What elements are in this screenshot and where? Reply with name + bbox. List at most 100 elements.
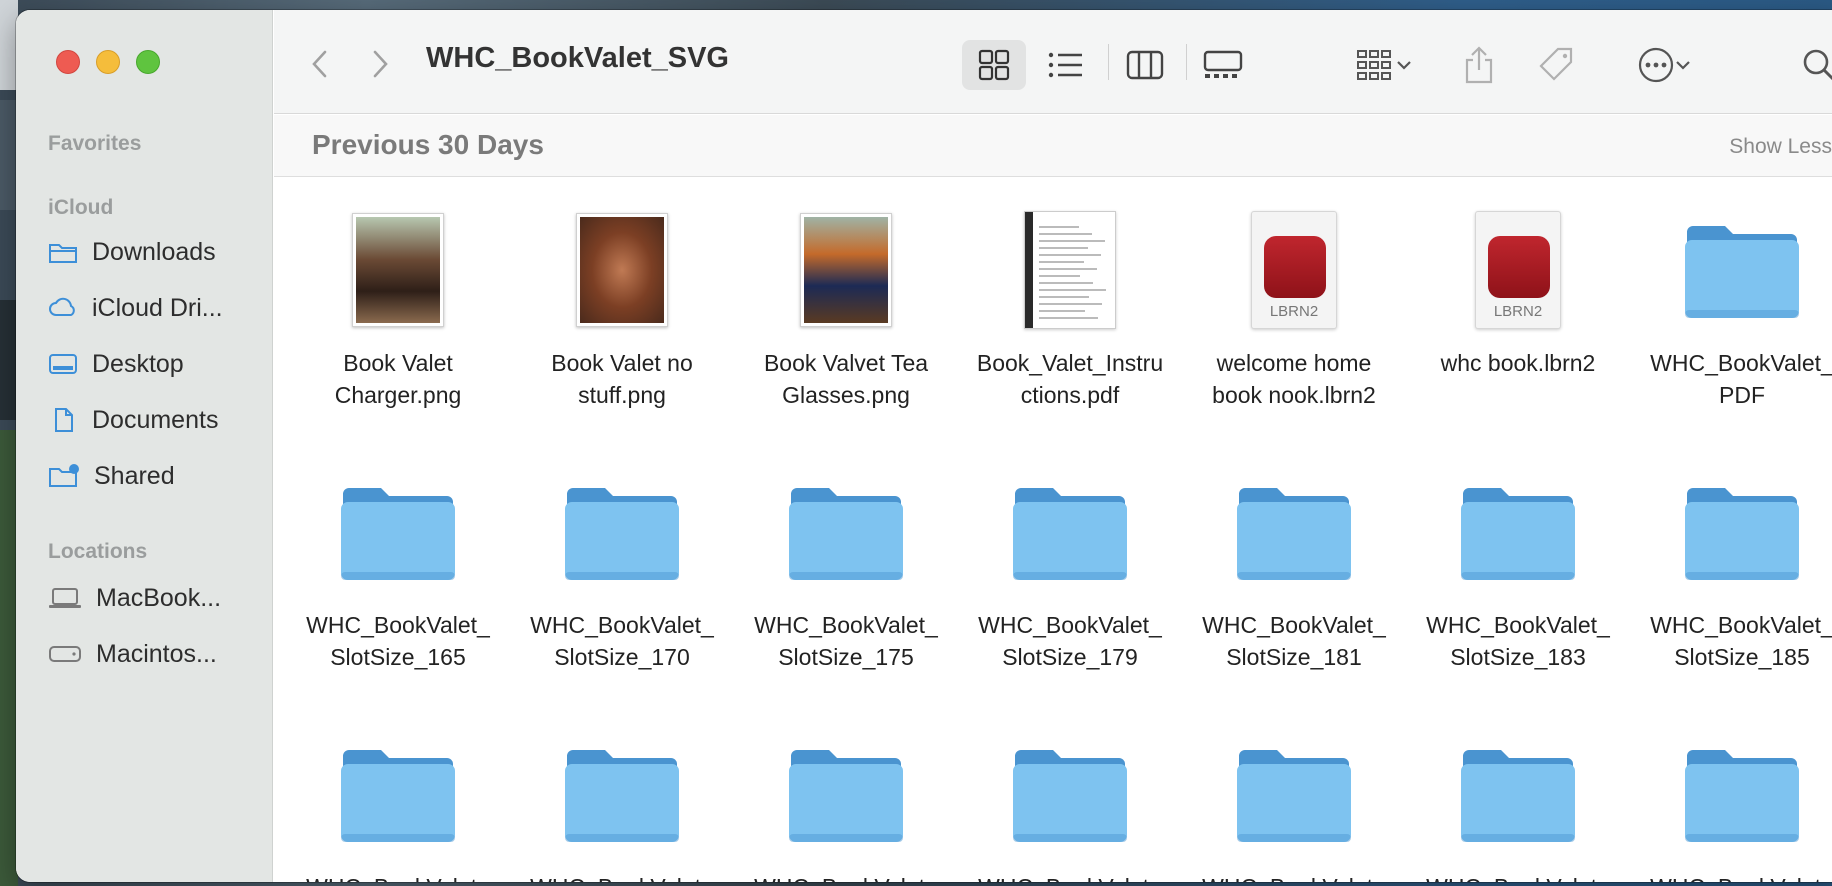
sidebar: Favorites iCloud Downloads iCloud Dri...…: [16, 10, 273, 882]
file-name: Book Valet Charger.png: [334, 350, 462, 408]
folder-item[interactable]: WHC_BookValet_ SlotSize_179: [964, 467, 1176, 673]
close-window-button[interactable]: [56, 50, 80, 74]
forward-button[interactable]: [360, 44, 400, 84]
share-button[interactable]: [1454, 40, 1504, 90]
share-icon: [1465, 46, 1493, 84]
show-less-link[interactable]: Show Less: [1729, 135, 1832, 159]
file-name: welcome home book nook.lbrn2: [1212, 350, 1376, 408]
file-browser: Previous 30 Days Show Less Book Valet Ch…: [274, 115, 1832, 882]
disk-icon: [49, 646, 81, 662]
group-header: Previous 30 Days Show Less: [274, 115, 1832, 177]
minimize-window-button[interactable]: [96, 50, 120, 74]
sidebar-item-label: iCloud Dri...: [92, 293, 223, 322]
dragon-logo-icon: [1488, 236, 1550, 298]
file-type-badge: LBRN2: [1493, 303, 1543, 320]
file-name: WHC_BookValet_ SlotSize_185: [1650, 612, 1832, 670]
folder-item[interactable]: WHC_BookValet_ SlotSize_181: [1188, 467, 1400, 673]
sidebar-item-documents[interactable]: Documents: [48, 400, 263, 440]
folder-icon: [1013, 750, 1127, 842]
folder-icon: [1237, 488, 1351, 580]
sidebar-item-label: Desktop: [92, 349, 184, 378]
file-name: WHC_BookValet_ SlotSize_183: [1426, 612, 1610, 670]
search-button[interactable]: [1794, 40, 1832, 90]
folder-item[interactable]: WHC_BookValet_ SlotSize_170: [516, 467, 728, 673]
chevron-down-icon: [1397, 61, 1411, 70]
folder-icon: [1461, 750, 1575, 842]
column-view-button[interactable]: [1114, 40, 1176, 90]
folder-icon: [789, 488, 903, 580]
folder-item[interactable]: WHC_BookValet_: [1412, 729, 1624, 882]
file-name: WHC_BookValet_: [1636, 871, 1832, 882]
sidebar-item-macbook[interactable]: MacBook...: [48, 578, 263, 618]
lightburn-file-icon: LBRN2: [1475, 211, 1561, 329]
file-item[interactable]: LBRN2 whc book.lbrn2: [1412, 205, 1624, 379]
chevron-left-icon: [312, 50, 327, 78]
folder-item[interactable]: WHC_BookValet_: [292, 729, 504, 882]
folder-icon: [1013, 488, 1127, 580]
window-title: WHC_BookValet_SVG: [426, 42, 729, 74]
file-item[interactable]: Book Valet no stuff.png: [516, 205, 728, 411]
file-name: whc book.lbrn2: [1440, 350, 1596, 376]
folder-item[interactable]: WHC_BookValet_ SlotSize_165: [292, 467, 504, 673]
favorites-section-label: Favorites: [48, 132, 142, 155]
file-name: WHC_BookValet_ SlotSize_175: [754, 612, 938, 670]
chevron-right-icon: [373, 50, 388, 78]
list-view-button[interactable]: [1036, 40, 1096, 90]
group-icon: [1357, 50, 1391, 80]
folder-item[interactable]: WHC_BookValet_: [1636, 729, 1832, 882]
file-grid: Book Valet Charger.png Book Valet no stuf…: [274, 177, 1832, 882]
folder-item[interactable]: WHC_BookValet_: [1188, 729, 1400, 882]
lightburn-file-icon: LBRN2: [1251, 211, 1337, 329]
file-item[interactable]: LBRN2 welcome home book nook.lbrn2: [1188, 205, 1400, 411]
file-name: Book_Valet_Instru ctions.pdf: [976, 350, 1164, 408]
file-name: WHC_BookValet_: [1188, 871, 1400, 882]
folder-icon: [1461, 488, 1575, 580]
folder-item[interactable]: WHC_BookValet_ PDF: [1636, 205, 1832, 411]
file-name: WHC_BookValet_: [516, 871, 728, 882]
icon-view-button[interactable]: [962, 40, 1026, 90]
more-actions-button[interactable]: [1624, 40, 1704, 90]
gallery-view-icon: [1203, 50, 1243, 78]
sidebar-item-label: Documents: [92, 405, 219, 434]
sidebar-item-shared[interactable]: Shared: [48, 456, 263, 496]
folder-item[interactable]: WHC_BookValet_ SlotSize_175: [740, 467, 952, 673]
back-button[interactable]: [300, 44, 340, 84]
folder-item[interactable]: WHC_BookValet_: [740, 729, 952, 882]
sidebar-item-icloud-drive[interactable]: iCloud Dri...: [48, 288, 263, 328]
folder-icon: [565, 750, 679, 842]
sidebar-item-macintosh-hd[interactable]: Macintos...: [48, 634, 263, 674]
list-view-icon: [1048, 52, 1082, 78]
folder-item[interactable]: WHC_BookValet_: [516, 729, 728, 882]
icloud-section-label: iCloud: [48, 196, 114, 219]
zoom-window-button[interactable]: [136, 50, 160, 74]
window-controls: [56, 50, 160, 74]
ellipsis-circle-icon: [1638, 47, 1674, 83]
sidebar-item-desktop[interactable]: Desktop: [48, 344, 263, 384]
sidebar-item-label: Shared: [94, 461, 175, 490]
folder-item[interactable]: WHC_BookValet_: [964, 729, 1176, 882]
downloads-folder-icon: [49, 244, 77, 263]
file-item[interactable]: Book_Valet_Instru ctions.pdf: [964, 205, 1176, 411]
cloud-icon: [49, 297, 75, 316]
gallery-view-button[interactable]: [1192, 40, 1254, 90]
folder-item[interactable]: WHC_BookValet_ SlotSize_185: [1636, 467, 1832, 673]
file-item[interactable]: Book Valvet Tea Glasses.png: [740, 205, 952, 411]
laptop-icon: [49, 588, 81, 608]
folder-icon: [1685, 226, 1799, 318]
file-name: WHC_BookValet_: [964, 871, 1176, 882]
image-thumbnail: [352, 213, 444, 327]
folder-icon: [1685, 488, 1799, 580]
folder-icon: [789, 750, 903, 842]
sidebar-item-label: Downloads: [92, 237, 216, 266]
group-by-button[interactable]: [1346, 40, 1422, 90]
file-type-badge: LBRN2: [1269, 303, 1319, 320]
image-thumbnail: [576, 213, 668, 327]
sidebar-item-label: Macintos...: [96, 639, 217, 668]
folder-item[interactable]: WHC_BookValet_ SlotSize_183: [1412, 467, 1624, 673]
file-item[interactable]: Book Valet Charger.png: [292, 205, 504, 411]
tags-button[interactable]: [1532, 40, 1582, 90]
tag-icon: [1539, 47, 1573, 81]
sidebar-item-downloads[interactable]: Downloads: [48, 232, 263, 272]
locations-section-label: Locations: [48, 540, 148, 563]
folder-icon: [341, 488, 455, 580]
